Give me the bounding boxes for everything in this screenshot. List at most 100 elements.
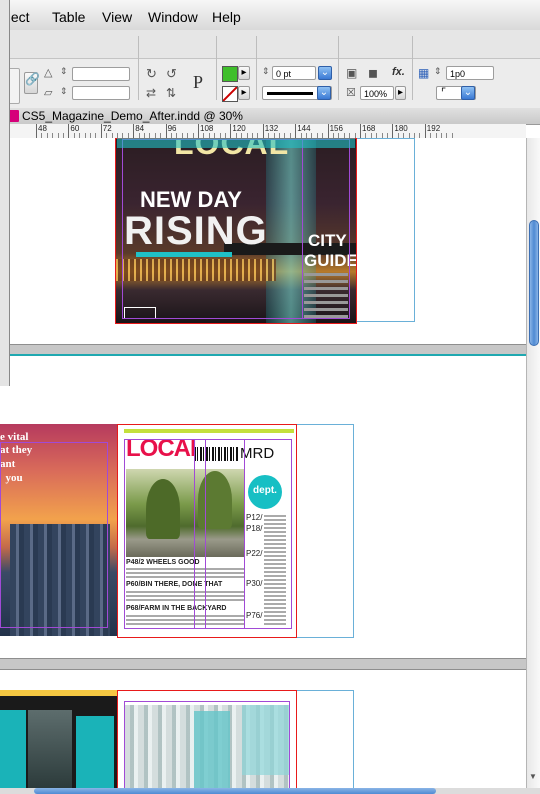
left-page-sunset-image: e vital at they ant you xyxy=(0,424,118,636)
portrait-image xyxy=(0,710,26,788)
ruler-label: 60 xyxy=(70,124,80,133)
cover-top-band xyxy=(117,138,355,148)
ruler-major-tick xyxy=(360,124,361,138)
column-guide xyxy=(302,139,350,319)
frame-fitting-icon[interactable]: ▦ xyxy=(418,66,429,80)
ruler-major-tick xyxy=(165,124,167,138)
column-guide xyxy=(244,439,245,629)
ruler-major-tick xyxy=(327,124,329,138)
ruler-label: 192 xyxy=(426,124,441,133)
ruler-major-tick xyxy=(133,124,135,138)
horizontal-scroll-thumb[interactable] xyxy=(34,788,436,794)
page-bleed-frame xyxy=(296,690,354,788)
portraits-page[interactable] xyxy=(0,690,118,788)
page-bleed-frame xyxy=(355,138,415,322)
ruler-major-tick xyxy=(424,124,426,138)
stepper-icon[interactable]: ⇕ xyxy=(60,86,68,97)
document-canvas[interactable]: LOCAL NEW DAY RISING CITY GUIDE e vital … xyxy=(0,138,526,788)
stroke-dropdown-button[interactable]: ▸ xyxy=(238,86,250,100)
ruler-major-tick xyxy=(392,124,394,138)
ruler-major-tick xyxy=(295,124,297,138)
stroke-type-select[interactable]: ⌄ xyxy=(262,86,332,100)
rotate-cw-icon[interactable]: ↻ xyxy=(146,66,157,82)
scroll-down-arrow-icon[interactable]: ▼ xyxy=(529,772,537,781)
solid-line-icon xyxy=(267,92,313,95)
fill-dropdown-button[interactable]: ▸ xyxy=(238,66,250,80)
paragraph-p-icon: P xyxy=(192,72,203,92)
opacity-dropdown[interactable]: ▸ xyxy=(395,86,406,100)
opacity-icon: ☒ xyxy=(346,87,356,99)
ruler-major-tick xyxy=(262,124,264,138)
portrait-image xyxy=(76,716,114,788)
ruler-label: 180 xyxy=(394,124,408,133)
column-guide xyxy=(194,439,206,629)
spread-divider xyxy=(0,658,526,670)
margin-guide xyxy=(124,439,292,629)
rotation-angle-field[interactable] xyxy=(72,67,130,81)
none-swatch-icon xyxy=(223,87,237,101)
menu-bar: oject Table View Window Help xyxy=(0,0,540,31)
horizontal-ruler[interactable]: 48 60 72 84 96 108 120 132 144 156 168 180 192 xyxy=(0,124,526,139)
divider xyxy=(412,36,413,100)
menu-window[interactable]: Window xyxy=(148,9,198,25)
fx-icon[interactable]: fx. xyxy=(392,66,405,78)
ruler-label: 84 xyxy=(135,124,145,133)
stepper-icon[interactable]: ⇕ xyxy=(262,66,270,77)
control-panel-toolbar-strip xyxy=(0,30,540,59)
city-page[interactable] xyxy=(117,690,297,788)
ruler-label: 108 xyxy=(200,124,214,133)
flip-horizontal-icon[interactable]: ⇄ xyxy=(146,86,156,100)
ruler-major-tick xyxy=(68,124,70,138)
horizontal-scrollbar[interactable] xyxy=(0,788,540,794)
document-tab-bar: CS5_Magazine_Demo_After.indd @ 30% xyxy=(0,108,540,125)
shear-angle-icon: ▱ xyxy=(44,87,53,99)
ruler-label: 48 xyxy=(38,124,47,133)
stroke-swatch-none[interactable] xyxy=(222,86,238,102)
menu-table[interactable]: Table xyxy=(52,9,85,25)
menu-view[interactable]: View xyxy=(102,9,132,25)
opacity-field[interactable]: 100% xyxy=(360,86,394,100)
ruler-label: 168 xyxy=(362,124,376,133)
flip-vertical-icon[interactable]: ⇅ xyxy=(166,86,176,100)
corner-shape-dropdown[interactable]: ⌄ xyxy=(461,86,475,100)
ruler-label: 120 xyxy=(232,124,246,133)
ruler-label: 144 xyxy=(297,124,311,133)
spread-divider-accent xyxy=(0,354,526,356)
vertical-scrollbar[interactable]: ▼ xyxy=(526,138,540,788)
ruler-major-tick xyxy=(198,124,199,138)
rotate-angle-icon: △ xyxy=(44,67,53,79)
rotate-ccw-icon[interactable]: ↺ xyxy=(166,66,177,82)
document-tab-title[interactable]: CS5_Magazine_Demo_After.indd @ 30% xyxy=(22,109,243,123)
reference-value-field[interactable]: 1p0 xyxy=(446,66,494,80)
effects-square-icon[interactable]: ◼ xyxy=(368,66,378,80)
corner-shape-select[interactable]: ⌜ ⌄ xyxy=(436,86,476,100)
divider xyxy=(256,36,257,100)
ruler-label: 132 xyxy=(264,124,279,133)
corner-shape-icon: ⌜ xyxy=(441,87,447,99)
page-bleed-frame xyxy=(296,424,354,638)
stepper-icon[interactable]: ⇕ xyxy=(60,66,68,77)
ruler-major-tick xyxy=(100,124,102,138)
vertical-scroll-thumb[interactable] xyxy=(529,220,539,346)
tools-panel-edge[interactable] xyxy=(0,0,10,386)
cover-page[interactable]: LOCAL NEW DAY RISING CITY GUIDE xyxy=(115,138,357,324)
stroke-weight-field[interactable]: 0 pt xyxy=(272,66,316,80)
top-accent-bar xyxy=(124,429,294,433)
divider xyxy=(216,36,217,100)
ruler-label: 96 xyxy=(167,124,177,133)
stroke-type-dropdown[interactable]: ⌄ xyxy=(317,86,331,100)
ruler-label: 156 xyxy=(329,124,343,133)
divider xyxy=(338,36,339,100)
menu-help[interactable]: Help xyxy=(212,9,241,25)
drop-shadow-icon[interactable]: ▣ xyxy=(346,66,357,80)
contents-page[interactable]: LOCAL MRD dept. P48/2 WHEELS GOOD P60/BI… xyxy=(117,424,297,638)
margin-guide xyxy=(124,701,290,788)
fill-swatch[interactable] xyxy=(222,66,238,82)
margin-guide xyxy=(0,442,108,628)
top-accent-bar xyxy=(0,690,118,696)
stepper-icon[interactable]: ⇕ xyxy=(434,66,442,77)
ruler-major-tick xyxy=(36,124,37,138)
shear-angle-field[interactable] xyxy=(72,86,130,100)
stroke-weight-dropdown[interactable]: ⌄ xyxy=(318,66,332,80)
constrain-proportions-button[interactable]: 🔗 xyxy=(24,72,40,94)
